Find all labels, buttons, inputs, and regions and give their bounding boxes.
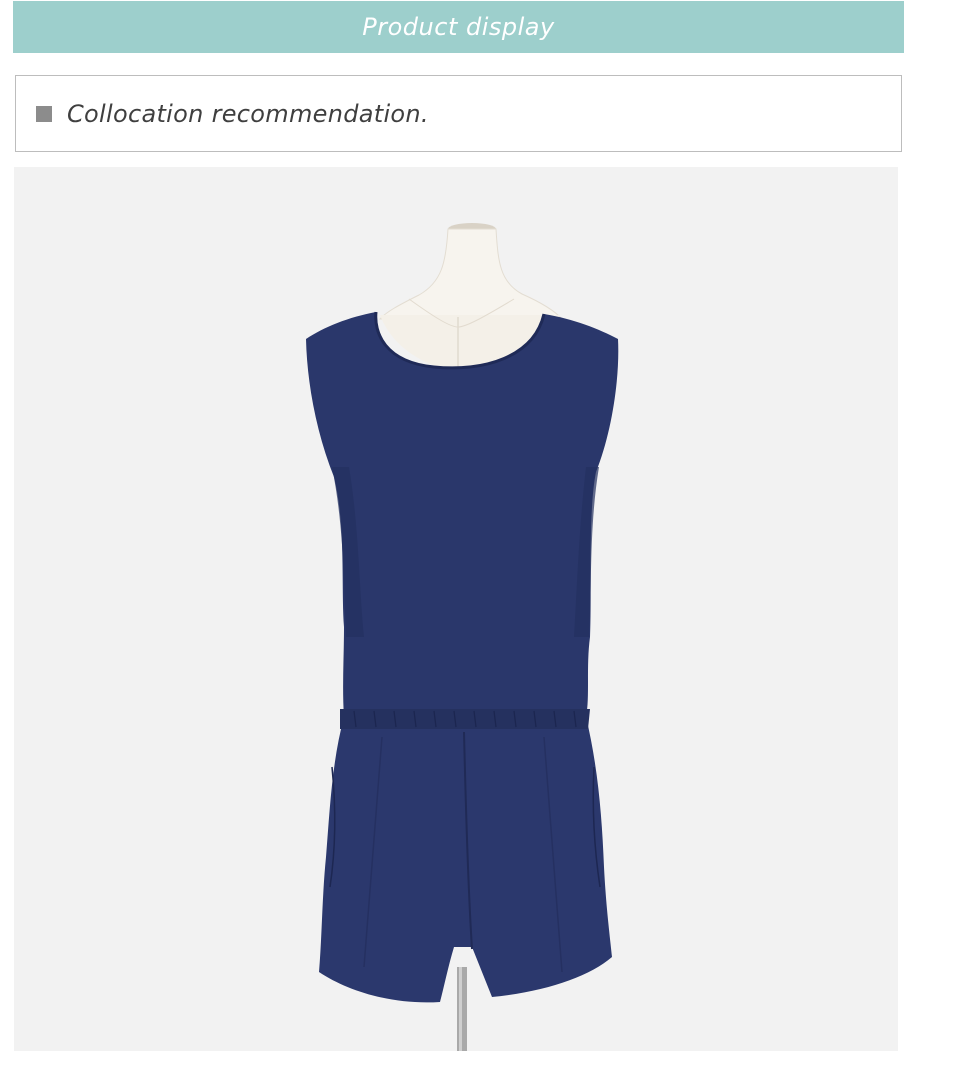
romper-illustration: [306, 223, 619, 1051]
product-image: [14, 167, 898, 1051]
page-title: Product display: [362, 13, 555, 41]
navy-romper: [306, 311, 619, 1003]
header-bar: Product display: [13, 1, 904, 53]
section-heading-box: Collocation recommendation.: [15, 75, 902, 152]
section-title: Collocation recommendation.: [67, 99, 429, 128]
square-bullet-icon: [36, 105, 52, 122]
